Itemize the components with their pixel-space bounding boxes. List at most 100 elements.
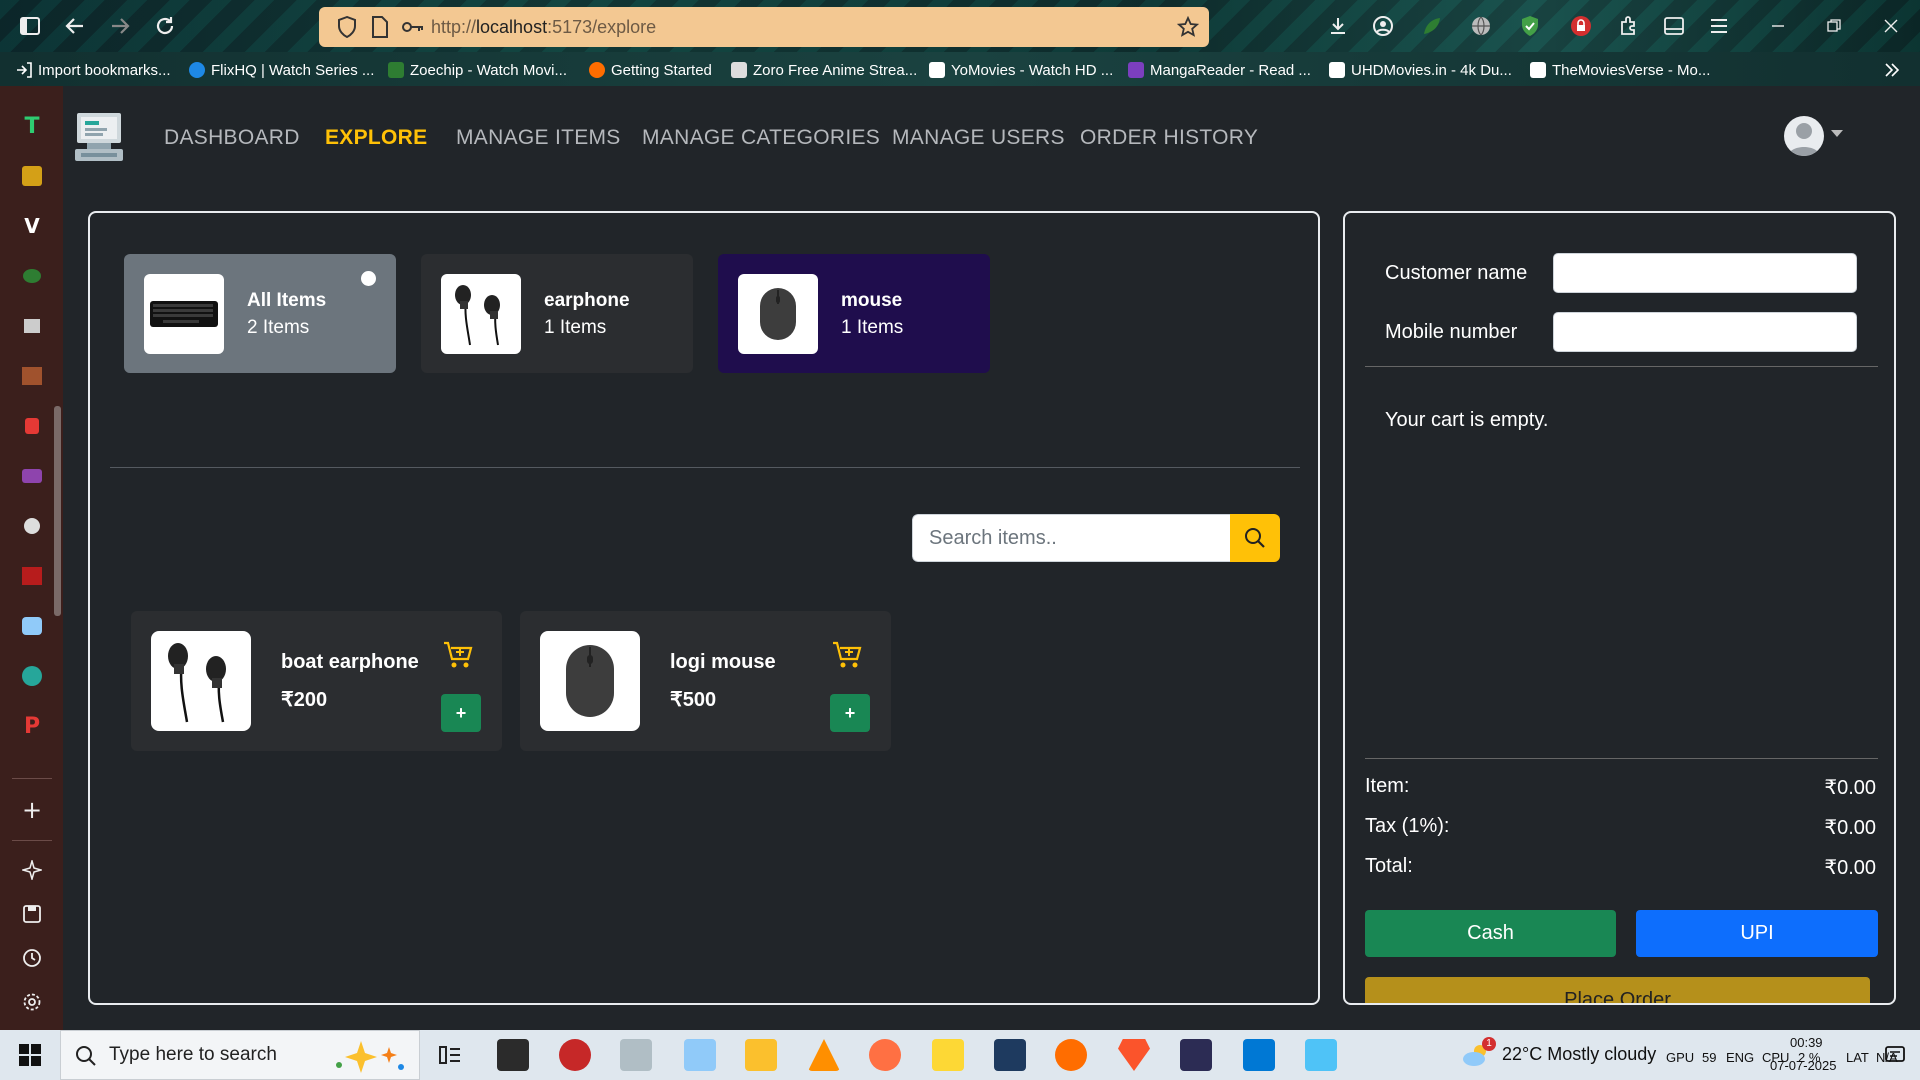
item-total-label: Item: (1365, 775, 1410, 797)
app-icon-4[interactable] (20, 264, 44, 288)
globe-icon[interactable] (1467, 12, 1495, 40)
earphone-image (151, 631, 251, 731)
vlc-icon[interactable] (808, 1039, 840, 1071)
sticky-app-icon[interactable] (932, 1039, 964, 1071)
game-app-icon[interactable] (497, 1039, 529, 1071)
nav-order-history[interactable]: ORDER HISTORY (1080, 126, 1258, 150)
upi-button[interactable]: UPI (1636, 910, 1878, 957)
lock-extension-icon[interactable] (1567, 12, 1595, 40)
bookmark-import[interactable]: Import bookmarks... (16, 60, 171, 80)
back-icon[interactable] (61, 12, 89, 40)
account-icon[interactable] (1369, 12, 1397, 40)
history-icon[interactable] (20, 946, 44, 970)
category-card-earphone[interactable]: earphone 1 Items (421, 254, 693, 373)
nav-manage-categories[interactable]: MANAGE CATEGORIES (642, 126, 880, 150)
forward-icon[interactable] (106, 12, 134, 40)
clock-date[interactable]: 07-07-2025 (1770, 1058, 1837, 1073)
notifications-icon[interactable] (1884, 1044, 1906, 1066)
firefox-icon (589, 62, 605, 78)
reload-icon[interactable] (151, 12, 179, 40)
intellij-icon[interactable] (1180, 1039, 1212, 1071)
v-app-icon[interactable]: V (20, 214, 44, 238)
bookmarks-overflow-icon[interactable] (1884, 60, 1900, 80)
firefox-icon[interactable] (1055, 1039, 1087, 1071)
category-card-mouse[interactable]: mouse 1 Items (718, 254, 990, 373)
key-icon[interactable] (401, 16, 423, 38)
cart-panel: Customer name Mobile number Your cart is… (1343, 211, 1896, 1005)
search-input[interactable]: Search items.. (912, 514, 1230, 562)
download-icon[interactable] (1324, 12, 1352, 40)
minimize-icon[interactable] (1764, 12, 1792, 40)
notes-app-icon[interactable] (1305, 1039, 1337, 1071)
sparkle-icon[interactable] (20, 858, 44, 882)
address-bar[interactable]: http://localhost:5173/explore (319, 7, 1209, 47)
customer-name-label: Customer name (1385, 262, 1528, 284)
photos-app-icon[interactable] (620, 1039, 652, 1071)
app-icon-12[interactable] (20, 664, 44, 688)
app-icon-10[interactable] (20, 564, 44, 588)
t-app-icon[interactable]: T (20, 114, 44, 139)
add-icon[interactable]: + (20, 796, 44, 824)
sidebar-toggle-icon[interactable] (16, 12, 44, 40)
close-icon[interactable] (1877, 12, 1905, 40)
bookmark-zoechip[interactable]: Zoechip - Watch Movi... (388, 60, 567, 80)
bookmark-star-icon[interactable] (1176, 15, 1200, 38)
customer-name-input[interactable] (1553, 253, 1857, 293)
shield-check-icon[interactable] (1516, 12, 1544, 40)
weather-text[interactable]: 22°C Mostly cloudy (1502, 1044, 1656, 1065)
windows-start-icon[interactable] (0, 1030, 60, 1080)
app-logo-icon[interactable] (73, 111, 125, 163)
app-icon-5[interactable] (20, 314, 44, 338)
mysql-workbench-icon[interactable] (994, 1039, 1026, 1071)
app-icon-7[interactable] (20, 414, 44, 438)
search-button[interactable] (1230, 514, 1280, 562)
place-order-button[interactable]: Place Order (1365, 977, 1870, 1003)
extension-leaf-icon[interactable] (1418, 12, 1446, 40)
app-icon-11[interactable] (20, 614, 44, 638)
mobile-number-input[interactable] (1553, 312, 1857, 352)
item-name: logi mouse (670, 651, 776, 673)
bookmark-flixhq[interactable]: FlixHQ | Watch Series ... (189, 60, 374, 80)
add-to-cart-button[interactable]: + (441, 694, 481, 732)
t-app-icon[interactable] (559, 1039, 591, 1071)
postman-icon[interactable] (869, 1039, 901, 1071)
bookmark-themoviesverse[interactable]: TheMoviesVerse - Mo... (1530, 60, 1710, 80)
bookmark-yomovies[interactable]: YoMovies - Watch HD ... (929, 60, 1113, 80)
sidebar-panel-icon[interactable] (1660, 12, 1688, 40)
bookmark-getting-started[interactable]: Getting Started (589, 60, 712, 80)
nav-manage-users[interactable]: MANAGE USERS (892, 126, 1065, 150)
category-card-all[interactable]: All Items 2 Items (124, 254, 396, 373)
bookmark-uhdmovies[interactable]: UHDMovies.in - 4k Du... (1329, 60, 1512, 80)
vscode-icon[interactable] (1243, 1039, 1275, 1071)
shield-icon[interactable] (337, 15, 359, 39)
save-icon[interactable] (20, 902, 44, 926)
file-explorer-icon[interactable] (745, 1039, 777, 1071)
url-text[interactable]: http://localhost:5173/explore (431, 17, 656, 38)
app-icon-8[interactable] (20, 464, 44, 488)
settings-gear-icon[interactable] (20, 990, 44, 1014)
p-app-icon[interactable]: P (20, 714, 44, 739)
bookmark-zoro[interactable]: Zoro Free Anime Strea... (731, 60, 917, 80)
nav-explore[interactable]: EXPLORE (325, 126, 427, 150)
nav-manage-items[interactable]: MANAGE ITEMS (456, 126, 621, 150)
avatar[interactable] (1784, 116, 1824, 156)
brave-icon[interactable] (1118, 1039, 1150, 1071)
language-indicator[interactable]: ENG (1726, 1050, 1754, 1065)
nav-dashboard[interactable]: DASHBOARD (164, 126, 300, 150)
cash-button[interactable]: Cash (1365, 910, 1616, 957)
chevron-down-icon[interactable] (1831, 130, 1843, 137)
bookmark-mangareader[interactable]: MangaReader - Read ... (1128, 60, 1311, 80)
sidebar-scrollbar[interactable] (54, 406, 61, 616)
add-to-cart-button[interactable]: + (830, 694, 870, 732)
app-icon-9[interactable] (20, 514, 44, 538)
clock-time[interactable]: 00:39 (1790, 1035, 1823, 1050)
flixhq-icon (189, 62, 205, 78)
task-view-icon[interactable] (434, 1039, 466, 1071)
app-icon-2[interactable] (20, 164, 44, 188)
computer-app-icon[interactable] (684, 1039, 716, 1071)
extensions-icon[interactable] (1615, 12, 1643, 40)
taskbar-search-input[interactable]: Type here to search (60, 1030, 420, 1080)
menu-icon[interactable] (1705, 12, 1733, 40)
app-icon-6[interactable] (20, 364, 44, 388)
restore-icon[interactable] (1820, 12, 1848, 40)
